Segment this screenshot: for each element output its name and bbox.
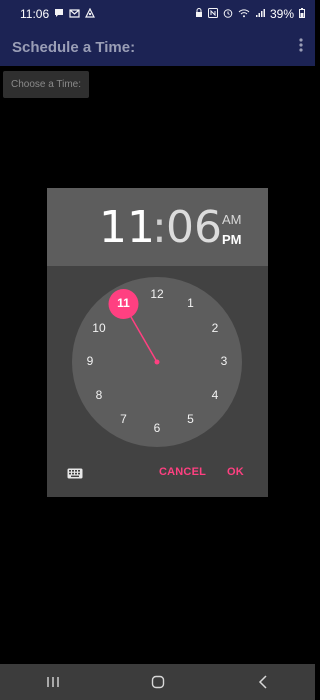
status-bar: 11:06 39% [0, 0, 315, 28]
lock-icon [195, 8, 203, 20]
app-bar: Schedule a Time: [0, 28, 315, 66]
clock-number-8[interactable]: 8 [89, 388, 109, 404]
app-icon [85, 7, 96, 20]
nfc-icon [207, 8, 218, 20]
minute-display[interactable]: 06 [166, 202, 222, 254]
time-separator: : [152, 202, 167, 253]
clock-number-5[interactable]: 5 [181, 412, 201, 428]
clock-number-7[interactable]: 7 [114, 412, 134, 428]
clock-number-11[interactable]: 11 [114, 296, 134, 312]
clock-dial[interactable]: 12 1 2 3 4 5 6 7 8 9 10 11 [72, 277, 242, 447]
ok-button[interactable]: OK [227, 466, 244, 478]
status-left: 11:06 [20, 7, 96, 21]
clock-number-3[interactable]: 3 [214, 354, 234, 370]
battery-icon [299, 8, 305, 20]
cancel-button[interactable]: CANCEL [159, 466, 206, 478]
time-picker-dialog: 11 : 06 AM PM 12 1 2 3 4 5 6 7 8 9 10 11 CANCEL OK [47, 188, 268, 497]
app-title: Schedule a Time: [12, 38, 136, 56]
status-right: 39% [195, 7, 305, 21]
home-icon[interactable] [128, 664, 188, 700]
clock-number-1[interactable]: 1 [181, 296, 201, 312]
keyboard-icon[interactable] [67, 466, 83, 479]
clock-center-dot [154, 359, 160, 365]
choose-time-button[interactable]: Choose a Time: [3, 71, 89, 98]
clock-number-12[interactable]: 12 [147, 287, 167, 303]
am-toggle[interactable]: AM [222, 212, 242, 227]
wifi-icon [238, 8, 250, 20]
recent-apps-icon[interactable] [23, 664, 83, 700]
status-time: 11:06 [20, 7, 50, 21]
overflow-menu-icon[interactable] [299, 37, 303, 57]
signal-icon [255, 8, 265, 20]
hour-display[interactable]: 11 [99, 202, 155, 254]
navigation-bar [0, 664, 315, 700]
clock-number-2[interactable]: 2 [205, 321, 225, 337]
time-picker-header: 11 : 06 AM PM [47, 188, 268, 266]
mail-icon [69, 8, 80, 20]
clock-number-6[interactable]: 6 [147, 421, 167, 437]
battery-percent: 39% [269, 7, 294, 21]
pm-toggle[interactable]: PM [222, 232, 242, 247]
clock-number-9[interactable]: 9 [80, 354, 100, 370]
back-icon[interactable] [233, 664, 293, 700]
clock-number-10[interactable]: 10 [89, 321, 109, 337]
chat-bubble-icon [54, 8, 64, 20]
clock-number-4[interactable]: 4 [205, 388, 225, 404]
alarm-icon [223, 8, 233, 20]
